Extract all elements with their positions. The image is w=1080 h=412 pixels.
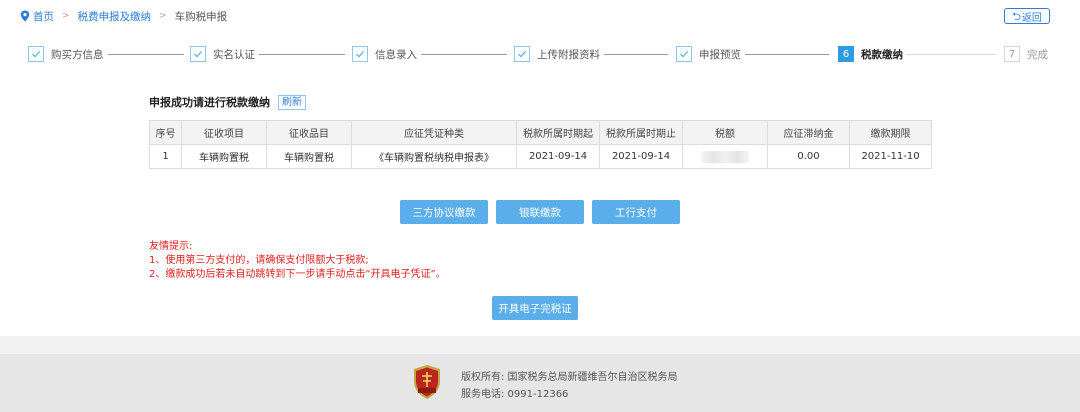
step-connector (421, 54, 507, 55)
step-label: 上传附报资料 (537, 48, 600, 61)
step-connector (906, 54, 996, 55)
refresh-button[interactable]: 刷新 (278, 94, 306, 110)
back-button[interactable]: ⮌ 返回 (1004, 8, 1050, 24)
column-header: 应征滞纳金 (767, 120, 850, 145)
tax-table: 序号 征收项目 征收品目 应征凭证种类 税款所属时期起 税款所属时期止 税额 应… (149, 120, 932, 169)
redacted-amount (701, 150, 749, 163)
check-icon (676, 46, 692, 62)
breadcrumb: 首页 > 税费申报及缴纳 > 车购税申报 (20, 9, 227, 23)
column-header: 缴款期限 (849, 120, 932, 145)
tax-bureau-emblem-icon (414, 365, 440, 399)
step-label: 购买方信息 (51, 48, 104, 61)
step-complete: 7 完成 (1004, 46, 1048, 62)
step-number: 7 (1004, 46, 1020, 62)
breadcrumb-separator-icon: > (62, 11, 70, 21)
notice-line: 2、缴款成功后若未自动跳转到下一步请手动点击“开具电子凭证”。 (149, 269, 446, 280)
step-label: 完成 (1027, 48, 1048, 61)
notice-line: 1、使用第三方支付的，请确保支付限额大于税款; (149, 255, 369, 266)
check-icon (190, 46, 206, 62)
step-upload-attachments: 上传附报资料 (514, 46, 600, 62)
step-tax-payment: 6 税款缴纳 (838, 46, 903, 62)
column-header: 税款所属时期止 (599, 120, 683, 145)
step-connector (259, 54, 345, 55)
unionpay-payment-button[interactable]: 银联缴款 (496, 200, 584, 224)
section-title: 申报成功请进行税款缴纳 刷新 (149, 94, 306, 110)
column-header: 应征凭证种类 (351, 120, 517, 145)
step-real-name: 实名认证 (190, 46, 255, 62)
cell-tax-amount (682, 144, 768, 169)
cell-late-fee: 0.00 (767, 144, 850, 169)
check-icon (352, 46, 368, 62)
footer: 版权所有: 国家税务总局新疆维吾尔自治区税务局 服务电话: 0991-12366 (0, 354, 1080, 412)
step-label: 实名认证 (213, 48, 255, 61)
table-row: 1 车辆购置税 车辆购置税 《车辆购置税纳税申报表》 2021-09-14 20… (149, 144, 932, 169)
step-info-entry: 信息录入 (352, 46, 417, 62)
breadcrumb-section[interactable]: 税费申报及缴纳 (78, 9, 152, 24)
copyright-text: 版权所有: 国家税务总局新疆维吾尔自治区税务局 (461, 372, 678, 383)
cell-period-end: 2021-09-14 (599, 144, 683, 169)
tripartite-payment-button[interactable]: 三方协议缴款 (400, 200, 488, 224)
column-header: 税款所属时期起 (516, 120, 600, 145)
check-icon (28, 46, 44, 62)
step-connector (108, 54, 184, 55)
back-button-label: 返回 (1021, 12, 1042, 24)
table-header-row: 序号 征收项目 征收品目 应征凭证种类 税款所属时期起 税款所属时期止 税额 应… (149, 120, 932, 145)
column-header: 征收项目 (181, 120, 267, 145)
step-label: 信息录入 (375, 48, 417, 61)
step-connector (745, 54, 829, 55)
column-header: 序号 (149, 120, 182, 145)
step-connector (604, 54, 668, 55)
step-label: 税款缴纳 (861, 48, 903, 61)
step-number: 6 (838, 46, 854, 62)
cell-category: 车辆购置税 (266, 144, 352, 169)
step-label: 申报预览 (699, 48, 741, 61)
step-buyer-info: 购买方信息 (28, 46, 104, 62)
cell-index: 1 (149, 144, 182, 169)
return-icon: ⮌ (1012, 9, 1021, 23)
cell-period-start: 2021-09-14 (516, 144, 600, 169)
page: 首页 > 税费申报及缴纳 > 车购税申报 ⮌ 返回 购买方信息 实名认证 信息录… (0, 0, 1080, 336)
breadcrumb-separator-icon: > (159, 11, 167, 21)
page-title: 申报成功请进行税款缴纳 (149, 96, 270, 109)
column-header: 征收品目 (266, 120, 352, 145)
step-preview: 申报预览 (676, 46, 741, 62)
issue-certificate-button[interactable]: 开具电子完税证 (492, 296, 578, 320)
cell-voucher: 《车辆购置税纳税申报表》 (351, 144, 517, 169)
notice-heading: 友情提示: (149, 241, 193, 252)
breadcrumb-current: 车购税申报 (174, 10, 228, 23)
service-phone: 服务电话: 0991-12366 (461, 389, 569, 400)
icbc-payment-button[interactable]: 工行支付 (592, 200, 680, 224)
breadcrumb-home[interactable]: 首页 (33, 9, 54, 24)
column-header: 税额 (682, 120, 768, 145)
cell-item: 车辆购置税 (181, 144, 267, 169)
notice: 友情提示: 1、使用第三方支付的，请确保支付限额大于税款; 2、缴款成功后若未自… (149, 240, 446, 282)
cell-deadline: 2021-11-10 (849, 144, 932, 169)
footer-info: 版权所有: 国家税务总局新疆维吾尔自治区税务局 服务电话: 0991-12366 (461, 369, 678, 403)
check-icon (514, 46, 530, 62)
location-pin-icon (20, 10, 30, 22)
